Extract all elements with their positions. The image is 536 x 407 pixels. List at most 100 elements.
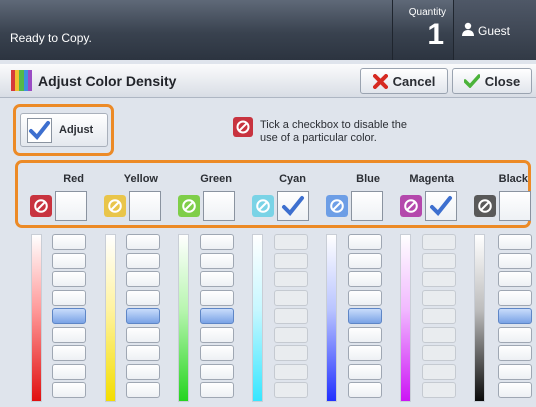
disable-checkbox-cyan[interactable] — [277, 191, 309, 221]
slider-step[interactable] — [348, 252, 382, 269]
disable-checkbox-magenta[interactable] — [425, 191, 457, 221]
slider-step[interactable] — [348, 289, 382, 306]
quantity-label: Quantity — [408, 7, 446, 18]
slider-step[interactable] — [200, 252, 234, 269]
channel-label-red: Red — [63, 173, 84, 185]
slider-step[interactable] — [348, 308, 382, 324]
channel-label-black: Black — [498, 173, 528, 185]
title-bar: Adjust Color Density Cancel Close — [0, 64, 536, 98]
slider-step[interactable] — [126, 252, 160, 269]
slider-step[interactable] — [52, 252, 86, 269]
slider-step[interactable] — [200, 271, 234, 287]
channel-green: Green — [172, 163, 244, 225]
cancel-button[interactable]: Cancel — [360, 68, 448, 94]
slider-step[interactable] — [126, 382, 160, 398]
slider-step[interactable] — [348, 271, 382, 287]
adjust-checkbox[interactable]: Adjust — [20, 113, 108, 147]
cancel-icon — [372, 73, 388, 89]
slider-step[interactable] — [200, 363, 234, 380]
adjust-checkbox-box — [27, 118, 52, 143]
slider-step[interactable] — [52, 326, 86, 343]
close-label: Close — [484, 73, 521, 89]
channel-label-magenta: Magenta — [409, 173, 454, 185]
slider-step[interactable] — [200, 326, 234, 343]
slider-step[interactable] — [126, 234, 160, 250]
checkmark-icon — [29, 121, 50, 141]
disable-checkbox-black[interactable] — [499, 191, 531, 221]
slider-step[interactable] — [498, 289, 532, 306]
slider-step[interactable] — [52, 382, 86, 398]
slider-step[interactable] — [126, 271, 160, 287]
slider-step — [274, 252, 308, 269]
density-slider-yellow[interactable] — [126, 234, 160, 402]
slider-step — [274, 363, 308, 380]
slider-step[interactable] — [126, 308, 160, 324]
slider-step[interactable] — [200, 345, 234, 361]
no-entry-icon — [30, 195, 52, 217]
slider-step[interactable] — [126, 363, 160, 380]
slider-step[interactable] — [52, 363, 86, 380]
slider-step[interactable] — [126, 326, 160, 343]
adjust-highlight: Adjust — [13, 104, 114, 156]
slider-step[interactable] — [498, 345, 532, 361]
disable-checkbox-yellow[interactable] — [129, 191, 161, 221]
density-gradient-blue — [326, 234, 337, 402]
slider-step[interactable] — [126, 345, 160, 361]
slider-step — [274, 271, 308, 287]
no-entry-icon — [400, 195, 422, 217]
slider-step[interactable] — [498, 252, 532, 269]
slider-step[interactable] — [348, 326, 382, 343]
slider-step[interactable] — [126, 289, 160, 306]
slider-step[interactable] — [52, 289, 86, 306]
adjust-label: Adjust — [59, 124, 94, 136]
density-slider-magenta — [422, 234, 456, 402]
color-density-icon — [11, 70, 33, 91]
channel-label-cyan: Cyan — [279, 173, 306, 185]
slider-step[interactable] — [498, 234, 532, 250]
disable-checkbox-green[interactable] — [203, 191, 235, 221]
density-gradient-black — [474, 234, 485, 402]
channel-label-green: Green — [200, 173, 232, 185]
slider-step[interactable] — [200, 308, 234, 324]
cancel-label: Cancel — [392, 73, 436, 89]
slider-step[interactable] — [200, 289, 234, 306]
channel-label-yellow: Yellow — [123, 173, 158, 185]
user-button[interactable]: Guest — [453, 0, 536, 60]
density-slider-red[interactable] — [52, 234, 86, 402]
slider-step — [422, 345, 456, 361]
slider-step[interactable] — [348, 382, 382, 398]
quantity-value: 1 — [427, 18, 444, 51]
slider-step[interactable] — [498, 363, 532, 380]
close-button[interactable]: Close — [452, 68, 532, 94]
user-label: Guest — [478, 24, 511, 38]
channel-blue: Blue — [320, 163, 392, 225]
no-entry-icon — [252, 195, 274, 217]
slider-step[interactable] — [348, 345, 382, 361]
slider-step[interactable] — [52, 345, 86, 361]
no-entry-icon — [233, 117, 253, 137]
density-gradient-cyan — [252, 234, 263, 402]
density-slider-cyan — [274, 234, 308, 402]
slider-step[interactable] — [498, 271, 532, 287]
slider-step[interactable] — [52, 271, 86, 287]
checkmark-icon — [282, 196, 304, 216]
no-entry-icon — [326, 195, 348, 217]
slider-step[interactable] — [498, 308, 532, 324]
slider-step[interactable] — [498, 326, 532, 343]
slider-step[interactable] — [498, 382, 532, 398]
density-slider-green[interactable] — [200, 234, 234, 402]
disable-checkbox-blue[interactable] — [351, 191, 383, 221]
disable-checkbox-red[interactable] — [55, 191, 87, 221]
slider-step[interactable] — [52, 308, 86, 324]
density-slider-black[interactable] — [498, 234, 532, 402]
slider-step[interactable] — [348, 363, 382, 380]
slider-step — [274, 289, 308, 306]
slider-step — [422, 271, 456, 287]
density-slider-blue[interactable] — [348, 234, 382, 402]
density-gradient-yellow — [105, 234, 116, 402]
slider-step[interactable] — [200, 234, 234, 250]
slider-step[interactable] — [52, 234, 86, 250]
slider-step[interactable] — [200, 382, 234, 398]
slider-step[interactable] — [348, 234, 382, 250]
channel-yellow: Yellow — [98, 163, 170, 225]
